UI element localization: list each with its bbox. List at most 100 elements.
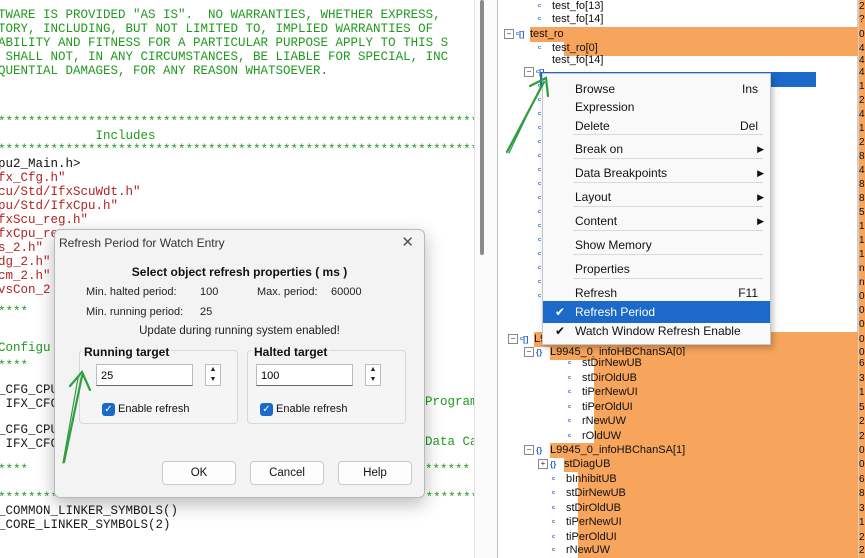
max-period-label: Max. period:	[257, 286, 318, 298]
watch-row-name-cell: ᶜ rNewUW	[568, 414, 626, 429]
code-line: s_2.h"	[0, 241, 44, 255]
watch-row[interactable]: ᶜ rOldUW 2	[498, 429, 865, 444]
menu-item-show-memory[interactable]: Show Memory	[543, 234, 770, 256]
halted-period-spinner[interactable]: ▲ ▼	[365, 364, 381, 386]
watch-row-value: 1	[858, 515, 865, 530]
watch-row-label: L9945_0_infoHBChanSA[1]	[550, 444, 686, 456]
watch-row[interactable]: ᶜ bInhibitUB 6	[498, 472, 865, 487]
watch-row-value: 2	[858, 414, 865, 429]
min-running-value: 25	[200, 306, 213, 318]
running-enable-label: Enable refresh	[118, 403, 190, 415]
watch-row[interactable]: ᶜ stDirOldUB 3	[498, 371, 865, 386]
row-highlight	[594, 400, 858, 415]
watch-row-label: stDirNewUB	[582, 357, 642, 369]
watch-row[interactable]: − ᶜ[] test_ro 0	[498, 27, 865, 42]
watch-row-value: 2	[858, 93, 865, 108]
watch-row-label: tiPerOldUI	[582, 401, 633, 413]
spin-up-icon[interactable]: ▲	[366, 365, 380, 375]
watch-row-value: 0	[858, 27, 865, 42]
watch-row[interactable]: ᶜ stDirNewUB 6	[498, 356, 865, 371]
menu-item-watch-window-refresh-enable[interactable]: ✔ Watch Window Refresh Enable	[543, 320, 770, 342]
checkmark-icon: ✔	[555, 324, 566, 338]
variable-icon: ᶜ	[552, 546, 556, 555]
cancel-button[interactable]: Cancel	[250, 461, 324, 485]
watch-row[interactable]: −{} L9945_0_infoHBChanSA[1] 0	[498, 443, 865, 458]
watch-row-value: 0	[858, 457, 865, 472]
expand-icon[interactable]: +	[538, 459, 548, 470]
running-period-input[interactable]: 25	[96, 364, 193, 386]
running-note: Update during running system enabled!	[139, 325, 340, 337]
code-line: _CFG_CPU	[0, 383, 59, 397]
spin-up-icon[interactable]: ▲	[206, 365, 220, 375]
menu-item-delete[interactable]: Delete Del	[543, 115, 770, 137]
watch-row[interactable]: ᶜ test_fo[14]?	[498, 12, 865, 27]
watch-row-value: 8	[858, 191, 865, 206]
watch-row[interactable]: ᶜ rNewUW 2	[498, 543, 865, 558]
watch-row-value: ?	[858, 12, 865, 27]
watch-row-label: tiPerNewUI	[582, 386, 638, 398]
watch-row[interactable]: ᶜ tiPerNewUI 1	[498, 385, 865, 400]
menu-item-label: Content	[575, 214, 618, 228]
watch-row-value: 6	[858, 356, 865, 371]
watch-row[interactable]: ᶜ rNewUW 2	[498, 414, 865, 429]
watch-row[interactable]: ᶜ tiPerOldUI 5	[498, 400, 865, 415]
halted-enable-checkbox[interactable]: ✓	[260, 403, 273, 416]
watch-row[interactable]: ᶜ stDirOldUB 3	[498, 501, 865, 516]
menu-item-break-on[interactable]: Break on ▶	[543, 138, 770, 160]
context-menu[interactable]: Browse Ins Expression Delete Del Break on ▶ Dat…	[542, 73, 771, 345]
watch-row[interactable]: ᶜ stDirNewUB 8	[498, 486, 865, 501]
ok-button[interactable]: OK	[162, 461, 236, 485]
watch-row-name-cell: − ᶜ[] test_ro	[504, 27, 564, 42]
watch-row-label: rNewUW	[582, 415, 626, 427]
collapse-icon[interactable]: −	[508, 334, 518, 345]
watch-row-name-cell: ᶜ test_fo[14]	[538, 12, 603, 27]
menu-item-shortcut: Del	[739, 119, 758, 133]
halted-period-input[interactable]: 100	[256, 364, 353, 386]
watch-row-label: rNewUW	[566, 544, 610, 556]
running-enable-checkbox[interactable]: ✓	[102, 403, 115, 416]
submenu-arrow-icon: ▶	[757, 216, 764, 226]
watch-row-value: n	[858, 275, 865, 290]
watch-row-value: 2	[858, 429, 865, 444]
menu-item-data-breakpoints[interactable]: Data Breakpoints ▶	[543, 162, 770, 184]
variable-icon: ᶜ	[568, 403, 572, 412]
code-line: Configu	[0, 341, 51, 355]
watch-row-value: 3	[858, 371, 865, 386]
code-line: ****	[0, 305, 29, 319]
code-fragment: ******	[425, 463, 471, 477]
watch-row[interactable]: ᶜ tiPerNewUI 1	[498, 515, 865, 530]
collapse-icon[interactable]: −	[524, 67, 534, 78]
spin-down-icon[interactable]: ▼	[366, 375, 380, 385]
watch-row-value: 5	[858, 400, 865, 415]
variable-icon: ᶜ	[568, 432, 572, 441]
watch-row-name-cell: ᶜ tiPerOldUI	[568, 400, 633, 415]
row-highlight	[578, 472, 858, 487]
struct-icon: {}	[536, 446, 543, 455]
watch-row-label: bInhibitUB	[566, 473, 617, 485]
running-period-spinner[interactable]: ▲ ▼	[205, 364, 221, 386]
watch-row[interactable]: +{} stDiagUB 0	[498, 457, 865, 472]
collapse-icon[interactable]: −	[504, 29, 514, 40]
watch-row-label: rOldUW	[582, 430, 622, 442]
menu-item-layout[interactable]: Layout ▶	[543, 186, 770, 208]
variable-icon: ᶜ	[568, 374, 572, 383]
code-line: _CFG_CPU	[0, 423, 59, 437]
editor-scrollbar-thumb[interactable]	[480, 0, 484, 255]
collapse-icon[interactable]: −	[524, 445, 534, 456]
help-button[interactable]: Help	[338, 461, 412, 485]
watch-row-value: 0	[858, 443, 865, 458]
code-line: ABILITY AND FITNESS FOR A PARTICULAR PUR…	[0, 36, 449, 50]
code-line: _CORE_LINKER_SYMBOLS(2)	[0, 518, 171, 532]
code-line: ****************************************…	[0, 115, 474, 129]
pane-splitter[interactable]	[474, 0, 499, 558]
variable-icon: ᶜ	[568, 388, 572, 397]
menu-item-content[interactable]: Content ▶	[543, 210, 770, 232]
code-line: ****************************************…	[0, 143, 474, 157]
code-line: IFX_CFG	[0, 397, 59, 411]
watch-row-name-cell: ᶜ stDirNewUB	[568, 356, 642, 371]
variable-icon: ᶜ	[552, 518, 556, 527]
spin-down-icon[interactable]: ▼	[206, 375, 220, 385]
menu-item-properties[interactable]: Properties	[543, 258, 770, 280]
close-icon[interactable]: ✕	[401, 233, 414, 251]
menu-item-label: Show Memory	[575, 238, 652, 252]
